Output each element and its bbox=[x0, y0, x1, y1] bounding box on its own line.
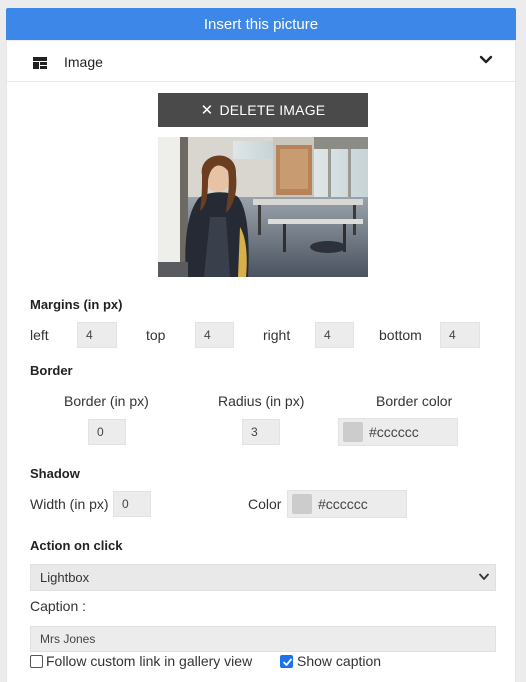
border-color-label: Border color bbox=[376, 393, 453, 409]
shadow-color-value: #cccccc bbox=[318, 496, 368, 512]
margin-right-label: right bbox=[263, 327, 291, 343]
caption-input[interactable]: Mrs Jones bbox=[30, 626, 496, 652]
shadow-color-input[interactable]: #cccccc bbox=[287, 490, 407, 518]
border-color-value: #cccccc bbox=[369, 424, 419, 440]
border-width-input[interactable]: 0 bbox=[88, 419, 126, 445]
close-icon: ✕ bbox=[200, 102, 214, 119]
margin-bottom-label: bottom bbox=[379, 327, 422, 343]
image-panel: Image ✕ DELETE IMAGE Margins (in px) lef… bbox=[6, 41, 516, 682]
action-select-value: Lightbox bbox=[40, 570, 90, 585]
border-title: Border bbox=[30, 363, 73, 378]
insert-picture-button[interactable]: Insert this picture bbox=[6, 8, 516, 40]
border-radius-input[interactable]: 3 bbox=[242, 419, 280, 445]
show-caption-label[interactable]: Show caption bbox=[297, 653, 381, 669]
follow-link-checkbox[interactable] bbox=[30, 655, 43, 668]
chevron-down-icon bbox=[479, 573, 489, 580]
margin-bottom-input[interactable]: 4 bbox=[440, 322, 480, 348]
panel-title: Image bbox=[64, 54, 103, 70]
caption-label: Caption : bbox=[30, 598, 87, 614]
shadow-color-label: Color bbox=[248, 496, 282, 512]
margin-left-label: left bbox=[30, 327, 49, 343]
action-title: Action on click bbox=[30, 538, 123, 553]
margins-title: Margins (in px) bbox=[30, 297, 123, 312]
shadow-title: Shadow bbox=[30, 466, 80, 481]
image-preview bbox=[158, 137, 368, 277]
panel-header[interactable]: Image bbox=[7, 41, 515, 82]
action-select[interactable]: Lightbox bbox=[30, 564, 496, 591]
shadow-color-swatch[interactable] bbox=[292, 494, 312, 514]
margin-right-input[interactable]: 4 bbox=[315, 322, 354, 348]
margin-left-input[interactable]: 4 bbox=[77, 322, 117, 348]
border-width-label: Border (in px) bbox=[64, 393, 149, 409]
delete-image-button[interactable]: ✕ DELETE IMAGE bbox=[158, 93, 368, 127]
margin-top-label: top bbox=[146, 327, 166, 343]
follow-link-label[interactable]: Follow custom link in gallery view bbox=[46, 653, 252, 669]
margin-top-input[interactable]: 4 bbox=[195, 322, 234, 348]
chevron-down-icon[interactable] bbox=[479, 53, 493, 67]
show-caption-checkbox[interactable] bbox=[280, 655, 293, 668]
border-color-input[interactable]: #cccccc bbox=[338, 418, 458, 446]
border-radius-label: Radius (in px) bbox=[218, 393, 305, 409]
checkmark-icon bbox=[283, 658, 292, 666]
border-color-swatch[interactable] bbox=[343, 422, 363, 442]
shadow-width-input[interactable]: 0 bbox=[113, 491, 151, 517]
delete-image-label: DELETE IMAGE bbox=[219, 102, 326, 118]
shadow-width-label: Width (in px) bbox=[30, 496, 109, 512]
grid-icon bbox=[33, 57, 47, 69]
